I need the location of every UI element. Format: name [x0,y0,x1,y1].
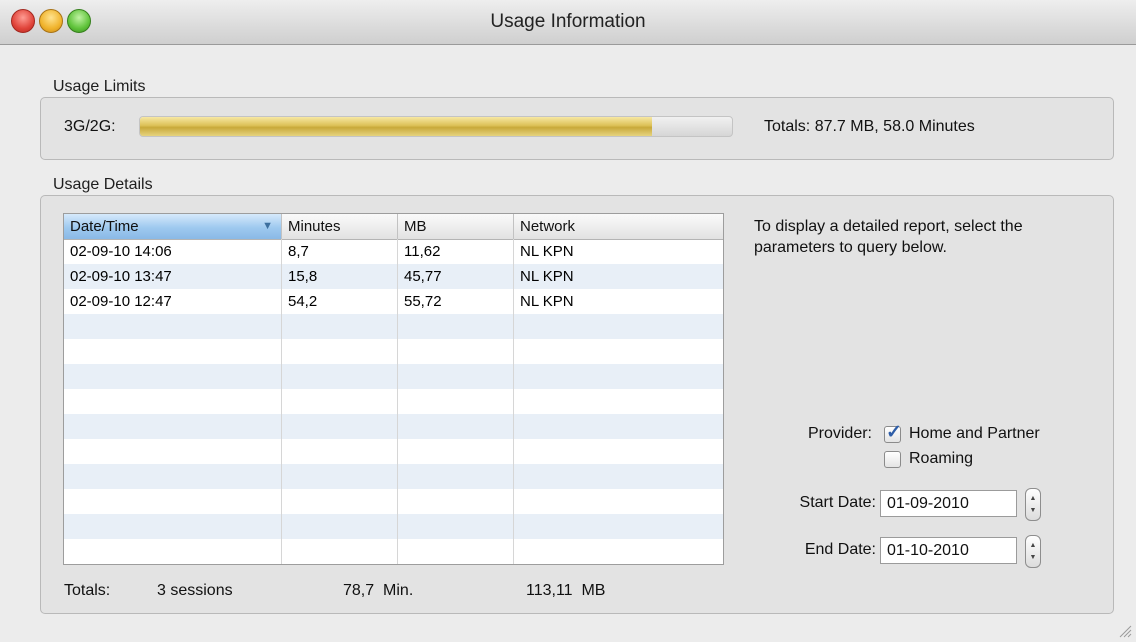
table-header: Date/Time ▼ Minutes MB Network [64,214,723,240]
end-date-stepper[interactable]: ▲ ▼ [1025,535,1041,568]
summary-sessions: 3 sessions [157,582,233,599]
empty-table-row[interactable] [64,539,723,564]
column-header-mb[interactable]: MB [398,214,514,239]
start-date-field[interactable]: 01-09-2010 [880,490,1017,517]
report-description: To display a detailed report, select the… [754,218,1023,256]
empty-table-row[interactable] [64,414,723,439]
table-cell: 11,62 [404,243,441,260]
usage-limits-totals: Totals: 87.7 MB, 58.0 Minutes [764,118,975,135]
table-cell: NL KPN [520,268,574,285]
summary-minutes: 78,7 Min. [343,582,414,599]
end-date-field[interactable]: 01-10-2010 [880,537,1017,564]
table-cell: 54,2 [288,293,318,310]
stepper-up-icon[interactable]: ▲ [1026,542,1040,549]
stepper-up-icon[interactable]: ▲ [1026,495,1040,502]
empty-table-row[interactable] [64,439,723,464]
stepper-down-icon[interactable]: ▼ [1026,507,1040,514]
resize-grip-icon[interactable] [1118,624,1132,638]
usage-progress-bar [139,116,733,137]
table-cell: 8,7 [288,243,309,260]
end-date-label: End Date: [804,541,876,558]
column-divider [397,239,398,564]
start-date-label: Start Date: [799,494,876,511]
table-cell: 55,72 [404,293,442,310]
sort-descending-icon: ▼ [262,220,273,232]
summary-totals-label: Totals: [64,582,111,599]
window-title: Usage Information [490,11,646,32]
empty-table-row[interactable] [64,489,723,514]
column-header-datetime[interactable]: Date/Time ▼ [64,214,282,239]
bar-label: 3G/2G: [64,118,116,135]
table-body: 02-09-10 14:06 8,7 11,62 NL KPN 02-09-10 13:… [64,239,723,564]
empty-table-row[interactable] [64,339,723,364]
provider-label: Provider: [807,425,872,442]
table-cell: 02-09-10 13:47 [70,268,172,285]
roaming-checkbox[interactable]: ✓ [884,451,901,468]
title-bar[interactable]: Usage Information [0,0,1136,45]
table-row[interactable]: 02-09-10 12:47 54,2 55,72 NL KPN [64,289,723,314]
empty-table-row[interactable] [64,514,723,539]
table-cell: 15,8 [288,268,318,285]
table-cell: NL KPN [520,243,574,260]
home-partner-checkbox[interactable]: ✓ [884,422,902,443]
summary-mb: 113,11 MB [526,582,606,599]
usage-limits-label: Usage Limits [53,78,146,95]
table-cell: NL KPN [520,293,574,310]
usage-progress-fill [140,117,653,136]
stepper-down-icon[interactable]: ▼ [1026,554,1040,561]
table-row[interactable]: 02-09-10 13:47 15,8 45,77 NL KPN [64,264,723,289]
table-cell: 02-09-10 14:06 [70,243,172,260]
usage-table[interactable]: Date/Time ▼ Minutes MB Network 02-09-10 … [63,213,724,565]
empty-table-row[interactable] [64,314,723,339]
checkmark-icon: ✓ [886,422,902,443]
table-cell: 02-09-10 12:47 [70,293,172,310]
column-header-minutes[interactable]: Minutes [282,214,398,239]
column-divider [513,239,514,564]
start-date-stepper[interactable]: ▲ ▼ [1025,488,1041,521]
column-divider [281,239,282,564]
home-partner-label[interactable]: Home and Partner [909,425,1040,443]
empty-table-row[interactable] [64,364,723,389]
table-row[interactable]: 02-09-10 14:06 8,7 11,62 NL KPN [64,239,723,264]
column-header-label: Date/Time [70,218,139,235]
usage-information-window: Usage Information Usage Limits 3G/2G: To… [0,0,1136,642]
table-cell: 45,77 [404,268,442,285]
empty-table-row[interactable] [64,464,723,489]
roaming-label[interactable]: Roaming [909,450,973,468]
column-header-network[interactable]: Network [514,214,723,239]
usage-details-label: Usage Details [53,176,153,193]
empty-table-row[interactable] [64,389,723,414]
